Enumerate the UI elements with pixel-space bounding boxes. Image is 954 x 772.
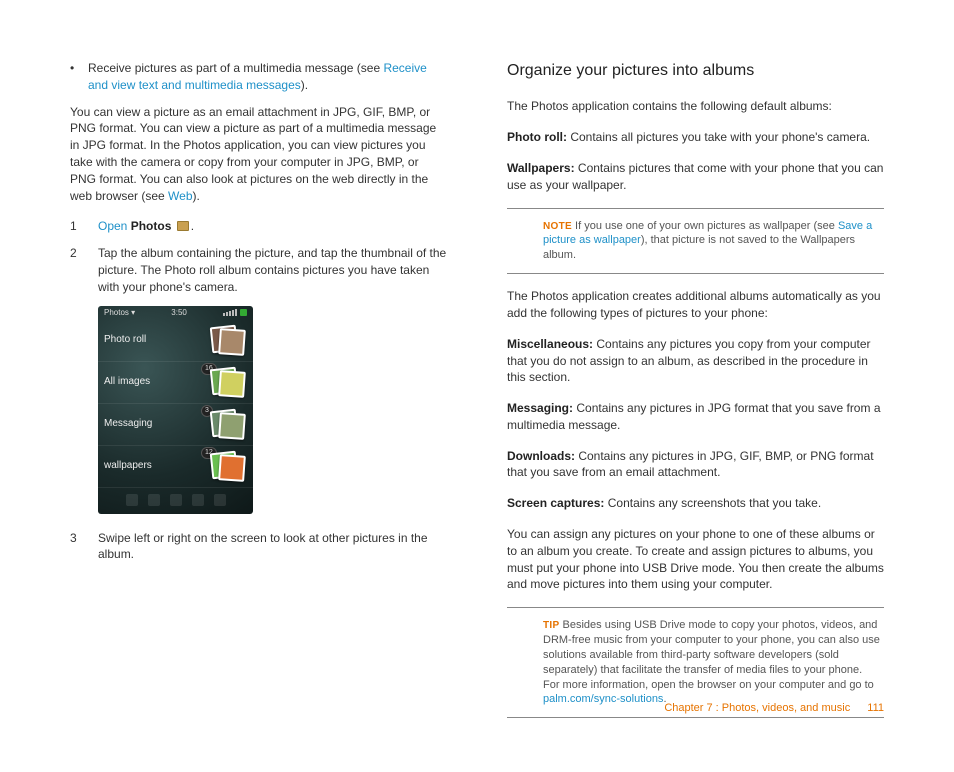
auto-albums-intro: The Photos application creates additiona… bbox=[507, 288, 884, 322]
step-number: 3 bbox=[70, 530, 98, 564]
phone-time: 3:50 bbox=[171, 307, 187, 318]
note-text: If you use one of your own pictures as w… bbox=[572, 220, 838, 232]
intro-paragraph: You can view a picture as an email attac… bbox=[70, 104, 447, 205]
thumbnail-front bbox=[218, 412, 246, 440]
phone-screenshot: Photos ▾ 3:50 Photo roll All images bbox=[98, 306, 447, 514]
assign-paragraph: You can assign any pictures on your phon… bbox=[507, 526, 884, 593]
bullet-text-prefix: Receive pictures as part of a multimedia… bbox=[88, 61, 383, 75]
thumbnail-front bbox=[218, 328, 246, 356]
album-row-messaging[interactable]: Messaging 3 bbox=[98, 404, 253, 446]
album-downloads: Downloads: Contains any pictures in JPG,… bbox=[507, 448, 884, 482]
album-label-bold: Messaging: bbox=[507, 401, 573, 415]
intro-text: The Photos application contains the foll… bbox=[507, 98, 884, 115]
step-number: 2 bbox=[70, 245, 98, 295]
step-1: 1 Open Photos . bbox=[70, 218, 447, 235]
quick-icon bbox=[214, 494, 226, 506]
album-label-bold: Miscellaneous: bbox=[507, 337, 593, 351]
album-row-wallpapers[interactable]: wallpapers 12 bbox=[98, 446, 253, 488]
page-number: 111 bbox=[867, 702, 884, 714]
link-web[interactable]: Web bbox=[168, 189, 192, 203]
phone-status-bar: Photos ▾ 3:50 bbox=[98, 306, 253, 320]
signal-bars-icon bbox=[223, 309, 237, 316]
album-label-bold: Photo roll: bbox=[507, 130, 567, 144]
tip-text: Besides using USB Drive mode to copy you… bbox=[543, 619, 880, 690]
album-label: All images bbox=[104, 375, 150, 389]
album-wallpapers: Wallpapers: Contains pictures that come … bbox=[507, 160, 884, 194]
note-label: NOTE bbox=[543, 221, 572, 232]
phone-app-name: Photos ▾ bbox=[104, 307, 135, 318]
photos-app-icon bbox=[177, 221, 189, 231]
album-label: Photo roll bbox=[104, 333, 146, 347]
para-text-end: ). bbox=[193, 189, 200, 203]
album-desc: Contains any screenshots that you take. bbox=[604, 496, 821, 510]
album-photo-roll: Photo roll: Contains all pictures you ta… bbox=[507, 129, 884, 146]
album-row-all-images[interactable]: All images 16 bbox=[98, 362, 253, 404]
quick-icon bbox=[148, 494, 160, 506]
battery-icon bbox=[240, 309, 247, 316]
open-link[interactable]: Open bbox=[98, 219, 127, 233]
album-desc: Contains all pictures you take with your… bbox=[567, 130, 870, 144]
quick-icon bbox=[170, 494, 182, 506]
step-number: 1 bbox=[70, 218, 98, 235]
album-label: Messaging bbox=[104, 417, 152, 431]
step-2: 2 Tap the album containing the picture, … bbox=[70, 245, 447, 295]
quick-launch-bar bbox=[98, 492, 253, 508]
bullet-text-suffix: ). bbox=[301, 78, 308, 92]
quick-icon bbox=[126, 494, 138, 506]
album-label-bold: Screen captures: bbox=[507, 496, 604, 510]
album-row-photo-roll[interactable]: Photo roll bbox=[98, 320, 253, 362]
album-label-bold: Downloads: bbox=[507, 449, 575, 463]
link-sync-solutions[interactable]: palm.com/sync-solutions bbox=[543, 693, 663, 705]
step-text: Swipe left or right on the screen to loo… bbox=[98, 530, 447, 564]
album-misc: Miscellaneous: Contains any pictures you… bbox=[507, 336, 884, 386]
section-heading: Organize your pictures into albums bbox=[507, 60, 884, 82]
page-footer: Chapter 7 : Photos, videos, and music 11… bbox=[664, 701, 884, 716]
note-box: NOTE If you use one of your own pictures… bbox=[507, 208, 884, 275]
photos-bold: Photos bbox=[131, 219, 172, 233]
left-column: • Receive pictures as part of a multimed… bbox=[70, 60, 447, 732]
period: . bbox=[191, 219, 194, 233]
right-column: Organize your pictures into albums The P… bbox=[507, 60, 884, 732]
bullet-item: • Receive pictures as part of a multimed… bbox=[70, 60, 447, 94]
album-messaging: Messaging: Contains any pictures in JPG … bbox=[507, 400, 884, 434]
thumbnail-front bbox=[218, 370, 246, 398]
para-text: You can view a picture as an email attac… bbox=[70, 105, 436, 203]
step-text: Tap the album containing the picture, an… bbox=[98, 245, 447, 295]
album-label: wallpapers bbox=[104, 459, 152, 473]
album-label-bold: Wallpapers: bbox=[507, 161, 575, 175]
thumbnail-front bbox=[218, 454, 246, 482]
tip-label: TIP bbox=[543, 620, 559, 631]
album-screen-captures: Screen captures: Contains any screenshot… bbox=[507, 495, 884, 512]
quick-icon bbox=[192, 494, 204, 506]
chapter-label: Chapter 7 : Photos, videos, and music bbox=[664, 702, 850, 714]
step-3: 3 Swipe left or right on the screen to l… bbox=[70, 530, 447, 564]
